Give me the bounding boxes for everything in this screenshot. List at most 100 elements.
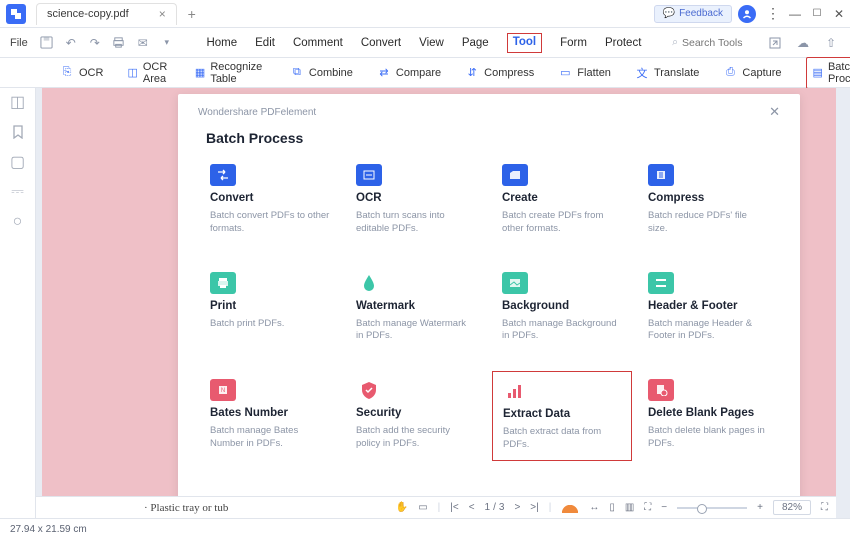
batch-header-footer[interactable]: Header & Footer Batch manage Header & Fo… — [644, 268, 772, 348]
header-footer-icon — [648, 272, 674, 294]
first-page-icon[interactable]: |< — [450, 502, 458, 513]
extract-data-icon — [503, 380, 529, 402]
tool-flatten[interactable]: ▭Flatten — [558, 66, 611, 80]
user-avatar[interactable] — [738, 5, 756, 23]
share-icon[interactable] — [766, 34, 784, 52]
svg-text:N: N — [221, 388, 225, 394]
zoom-value[interactable]: 82% — [773, 500, 811, 515]
chat-icon: 💬 — [663, 8, 675, 19]
batch-extract-data[interactable]: Extract Data Batch extract data from PDF… — [492, 371, 632, 461]
compare-icon: ⇄ — [377, 66, 391, 80]
status-bar: 27.94 x 21.59 cm — [0, 518, 850, 540]
tool-combine[interactable]: ⧉Combine — [290, 66, 353, 80]
security-icon — [356, 379, 382, 401]
batch-process-dialog: Wondershare PDFelement ✕ Batch Process C… — [178, 94, 800, 506]
zoom-in-icon[interactable]: + — [757, 502, 763, 513]
close-window-icon[interactable]: ✕ — [828, 3, 850, 25]
tool-capture[interactable]: ⎙Capture — [723, 66, 781, 80]
chevron-down-icon[interactable]: ▾ — [158, 34, 176, 52]
next-page-icon[interactable]: > — [514, 502, 520, 513]
batch-security[interactable]: Security Batch add the security policy i… — [352, 375, 480, 457]
page-indicator[interactable]: 1/3 — [485, 502, 505, 513]
search-panel-icon[interactable]: ○ — [10, 214, 26, 230]
feedback-label: Feedback — [679, 8, 723, 19]
modal-title: Batch Process — [206, 130, 780, 146]
batch-watermark[interactable]: Watermark Batch manage Watermark in PDFs… — [352, 268, 480, 348]
close-dialog-icon[interactable]: ✕ — [769, 104, 780, 120]
menu-comment[interactable]: Comment — [293, 33, 343, 53]
cloud-icon[interactable]: ☁ — [794, 34, 812, 52]
menu-page[interactable]: Page — [462, 33, 489, 53]
menu-tool[interactable]: Tool — [507, 33, 542, 53]
undo-icon[interactable]: ↶ — [62, 34, 80, 52]
combine-icon: ⧉ — [290, 66, 304, 80]
maximize-icon[interactable]: ☐ — [806, 3, 828, 25]
create-icon — [502, 164, 528, 186]
batch-create[interactable]: Create Batch create PDFs from other form… — [498, 160, 626, 240]
more-menu-icon[interactable]: ⋮ — [762, 3, 784, 25]
file-menu[interactable]: File — [10, 37, 28, 49]
tool-compress[interactable]: ⇵Compress — [465, 66, 534, 80]
tool-translate[interactable]: 文Translate — [635, 66, 699, 80]
batch-bates-number[interactable]: N Bates Number Batch manage Bates Number… — [206, 375, 334, 457]
read-mode-icon[interactable]: ⛶ — [644, 502, 651, 513]
batch-print[interactable]: Print Batch print PDFs. — [206, 268, 334, 348]
batch-icon: ▤ — [813, 66, 823, 80]
main-menu: Home Edit Comment Convert View Page Tool… — [182, 33, 666, 53]
batch-background[interactable]: Background Batch manage Background in PD… — [498, 268, 626, 348]
table-icon: ▦ — [195, 66, 205, 80]
minimize-icon[interactable]: — — [784, 3, 806, 25]
hand-tool-icon[interactable]: ✋ — [396, 502, 408, 513]
menu-protect[interactable]: Protect — [605, 33, 641, 53]
menu-view[interactable]: View — [419, 33, 444, 53]
redo-icon[interactable]: ↷ — [86, 34, 104, 52]
attachment-icon[interactable]: ⎓ — [10, 184, 26, 200]
workspace: ◫ ▢ ⎓ ○ Willow Creek High School Wonders… — [0, 88, 850, 518]
print-card-icon — [210, 272, 236, 294]
page-dimensions: 27.94 x 21.59 cm — [10, 524, 87, 535]
bates-icon: N — [210, 379, 236, 401]
batch-convert[interactable]: Convert Batch convert PDFs to other form… — [206, 160, 334, 240]
email-icon[interactable]: ✉ — [134, 34, 152, 52]
zoom-out-icon[interactable]: − — [661, 502, 667, 513]
batch-ocr[interactable]: OCR Batch turn scans into editable PDFs. — [352, 160, 480, 240]
annotation-icon[interactable]: ▢ — [10, 154, 26, 170]
fullscreen-icon[interactable]: ⛶ — [821, 502, 828, 513]
menu-home[interactable]: Home — [206, 33, 237, 53]
background-icon — [502, 272, 528, 294]
print-icon[interactable] — [110, 34, 128, 52]
doc-text-snippet: · Plastic tray or tub — [144, 502, 228, 514]
fit-width-icon[interactable]: ↔ — [589, 502, 599, 513]
search-icon: ⌕ — [672, 36, 678, 49]
view-single-icon[interactable]: ▯ — [609, 502, 615, 513]
prev-page-icon[interactable]: < — [469, 502, 475, 513]
new-tab-button[interactable]: + — [183, 5, 201, 23]
upload-icon[interactable]: ⇧ — [822, 34, 840, 52]
batch-delete-blank[interactable]: Delete Blank Pages Batch delete blank pa… — [644, 375, 772, 457]
save-icon[interactable] — [38, 34, 56, 52]
last-page-icon[interactable]: >| — [530, 502, 538, 513]
tool-ocr-area[interactable]: ◫OCR Area — [127, 61, 170, 85]
title-bar: science-copy.pdf × + 💬 Feedback ⋮ — ☐ ✕ — [0, 0, 850, 28]
tool-recognize-table[interactable]: ▦Recognize Table — [195, 61, 266, 85]
menu-convert[interactable]: Convert — [361, 33, 401, 53]
menu-edit[interactable]: Edit — [255, 33, 275, 53]
select-tool-icon[interactable]: ▭ — [418, 502, 427, 513]
tool-compare[interactable]: ⇄Compare — [377, 66, 441, 80]
document-canvas: Willow Creek High School Wondershare PDF… — [42, 88, 836, 506]
document-tab[interactable]: science-copy.pdf × — [36, 3, 177, 25]
zoom-slider[interactable] — [677, 507, 747, 509]
tool-ocr[interactable]: ⎘OCR — [60, 66, 103, 80]
bookmark-icon[interactable] — [10, 124, 26, 140]
view-continuous-icon[interactable]: ▥ — [625, 502, 634, 513]
modal-brand: Wondershare PDFelement — [198, 107, 316, 118]
close-tab-icon[interactable]: × — [159, 7, 166, 21]
tool-batch-process[interactable]: ▤Batch Process — [806, 57, 850, 89]
menu-form[interactable]: Form — [560, 33, 587, 53]
thumbnails-icon[interactable]: ◫ — [10, 94, 26, 110]
search-input[interactable] — [682, 37, 752, 49]
search-tools[interactable]: ⌕ — [672, 36, 752, 49]
feedback-button[interactable]: 💬 Feedback — [654, 5, 732, 23]
batch-compress[interactable]: Compress Batch reduce PDFs' file size. — [644, 160, 772, 240]
ocr-icon: ⎘ — [60, 66, 74, 80]
